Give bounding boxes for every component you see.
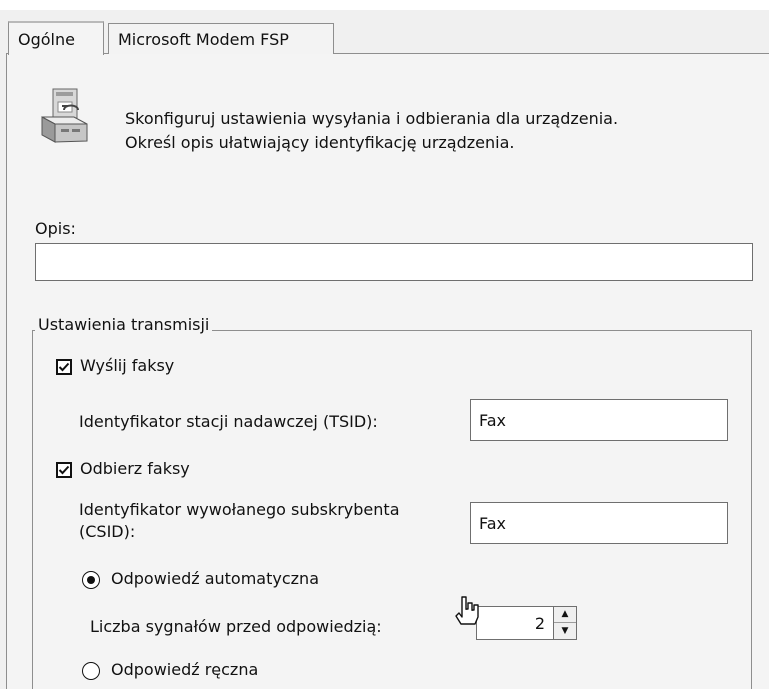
csid-label-line-1: Identyfikator wywołanego subskrybenta bbox=[79, 500, 400, 519]
checkmark-icon bbox=[58, 465, 70, 475]
manual-answer-label: Odpowiedź ręczna bbox=[111, 660, 259, 679]
header-line-2: Określ opis ułatwiający identyfikację ur… bbox=[125, 133, 515, 152]
tsid-label: Identyfikator stacji nadawczej (TSID): bbox=[79, 412, 378, 431]
receive-fax-checkbox[interactable] bbox=[56, 462, 72, 478]
tsid-input[interactable]: Fax bbox=[470, 399, 728, 441]
spin-down-icon[interactable]: ▼ bbox=[554, 623, 576, 639]
tab-general-label: Ogólne bbox=[18, 29, 75, 49]
csid-input[interactable]: Fax bbox=[470, 502, 728, 544]
auto-answer-radio[interactable] bbox=[82, 571, 100, 589]
header-description: Skonfiguruj ustawienia wysyłania i odbie… bbox=[125, 107, 745, 155]
device-settings-icon bbox=[41, 88, 88, 143]
csid-label: Identyfikator wywołanego subskrybenta (C… bbox=[79, 499, 400, 543]
rings-input[interactable]: 2 bbox=[476, 606, 554, 640]
auto-answer-label: Odpowiedź automatyczna bbox=[111, 569, 319, 588]
checkmark-icon bbox=[58, 362, 70, 372]
csid-label-line-2: (CSID): bbox=[79, 522, 136, 541]
header-line-1: Skonfiguruj ustawienia wysyłania i odbie… bbox=[125, 109, 619, 128]
description-input[interactable] bbox=[35, 243, 753, 281]
rings-label: Liczba sygnałów przed odpowiedzią: bbox=[90, 617, 382, 636]
send-fax-label: Wyślij faksy bbox=[80, 356, 175, 375]
tab-general[interactable]: Ogólne bbox=[8, 21, 104, 55]
transmission-settings-title: Ustawienia transmisji bbox=[35, 315, 213, 334]
rings-spin-buttons[interactable]: ▲ ▼ bbox=[554, 606, 577, 640]
top-white-strip bbox=[0, 0, 769, 10]
tab-modem-fsp[interactable]: Microsoft Modem FSP bbox=[108, 23, 334, 54]
hand-cursor-icon bbox=[455, 596, 479, 625]
manual-answer-radio[interactable] bbox=[82, 662, 100, 680]
tab-modem-fsp-label: Microsoft Modem FSP bbox=[118, 29, 289, 49]
send-fax-checkbox[interactable] bbox=[56, 359, 72, 375]
description-label: Opis: bbox=[35, 219, 76, 238]
spin-up-icon[interactable]: ▲ bbox=[554, 607, 576, 623]
receive-fax-label: Odbierz faksy bbox=[80, 459, 190, 478]
